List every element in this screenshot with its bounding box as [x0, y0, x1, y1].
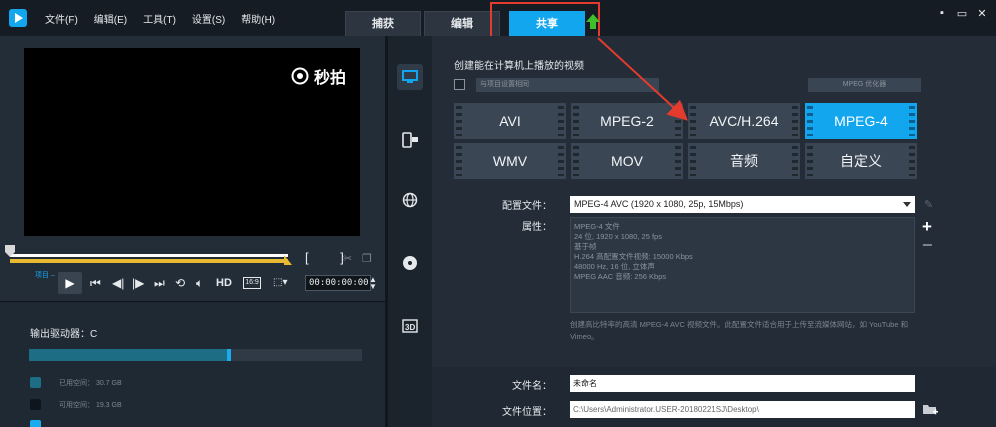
legend-free-value: 19.3 GB	[95, 401, 122, 409]
prop-line: 48000 Hz, 16 位, 立体声	[574, 262, 655, 271]
legend-used-label: 已用空间：	[59, 379, 94, 387]
profile-description: 创建高比特率的高清 MPEG-4 AVC 视频文件。此配置文件适合用于上传至流媒…	[570, 320, 909, 341]
volume-icon[interactable]: 🔈︎	[196, 276, 203, 291]
title-bar: 文件(F) 编辑(E) 工具(T) 设置(S) 帮助(H) 捕获 编辑 共享 ▪…	[0, 0, 996, 39]
go-end-icon[interactable]: ⏭	[154, 276, 165, 291]
disc-icon[interactable]	[397, 250, 423, 276]
folder-browse-icon[interactable]	[922, 402, 938, 416]
trim-bar[interactable]	[10, 259, 288, 263]
hd-toggle[interactable]: HD	[216, 277, 232, 289]
filelocation-label: 文件位置：	[502, 407, 552, 418]
video-preview[interactable]: 秒拍	[24, 48, 360, 236]
copy-icon[interactable]: ❐	[362, 252, 372, 265]
minimize-icon[interactable]: ▪	[936, 7, 948, 20]
format-mpeg2[interactable]: MPEG-2	[571, 103, 683, 139]
properties-box: MPEG-4 文件 24 位, 1920 x 1080, 25 fps 基于帧 …	[570, 217, 915, 313]
repeat-icon[interactable]: ⟲	[175, 276, 185, 290]
prop-line: 基于帧	[574, 242, 597, 251]
share-title: 创建能在计算机上播放的视频	[454, 61, 584, 72]
legend-swatch-free	[30, 399, 41, 410]
prev-frame-icon[interactable]: ◀|	[112, 276, 124, 290]
profile-value: MPEG-4 AVC (1920 x 1080, 25p, 15Mbps)	[574, 199, 744, 209]
profile-select[interactable]: MPEG-4 AVC (1920 x 1080, 25p, 15Mbps)	[570, 196, 915, 213]
legend-used: 已用空间： 30.7 GB	[30, 377, 122, 388]
format-wmv[interactable]: WMV	[454, 143, 566, 179]
watermark: 秒拍	[291, 64, 346, 88]
watermark-text: 秒拍	[313, 70, 346, 87]
share-panel: 创建能在计算机上播放的视频 与项目设置相同 MPEG 优化器 AVI MPEG-…	[432, 36, 996, 427]
edit-profile-icon[interactable]: ✎	[924, 198, 933, 211]
drive-usage-bar	[29, 349, 362, 361]
format-mov[interactable]: MOV	[571, 143, 683, 179]
filename-input[interactable]: 未命名	[570, 375, 915, 392]
upload-arrow-icon[interactable]	[585, 13, 601, 31]
same-as-project-label[interactable]: 与项目设置相同	[476, 78, 659, 92]
prop-line: MPEG AAC 音频: 256 Kbps	[574, 272, 667, 281]
window-controls: ▪ ▭ ✕	[936, 7, 988, 20]
play-button[interactable]: ▶	[58, 272, 82, 294]
remove-profile-icon[interactable]: −	[922, 235, 933, 256]
device-icon[interactable]	[397, 127, 423, 153]
format-audio[interactable]: 音频	[688, 143, 800, 179]
drive-label: 输出驱动器：C	[30, 329, 98, 340]
scrub-handle-icon[interactable]	[5, 245, 15, 257]
legend-free: 可用空间： 19.3 GB	[30, 399, 122, 410]
legend-swatch-output	[30, 420, 41, 427]
app-window: 文件(F) 编辑(E) 工具(T) 设置(S) 帮助(H) 捕获 编辑 共享 ▪…	[0, 0, 996, 427]
tab-capture[interactable]: 捕获	[345, 11, 421, 36]
legend-swatch-used	[30, 377, 41, 388]
prop-line: 24 位, 1920 x 1080, 25 fps	[574, 232, 662, 241]
close-icon[interactable]: ✕	[976, 7, 988, 20]
3d-icon[interactable]: 3D	[397, 313, 423, 339]
format-mpeg4[interactable]: MPEG-4	[805, 103, 917, 139]
fit-icon[interactable]: ⬚▾	[273, 277, 287, 288]
format-avc[interactable]: AVC/H.264	[688, 103, 800, 139]
web-icon[interactable]	[397, 187, 423, 213]
mpeg-optimizer-button[interactable]: MPEG 优化器	[808, 78, 921, 92]
timecode-field[interactable]: 00:00:00:00	[305, 275, 371, 291]
camera-icon	[291, 67, 309, 85]
svg-text:3D: 3D	[405, 323, 415, 332]
app-logo-icon	[9, 9, 27, 27]
drive-output-marker	[226, 349, 231, 361]
menu-tools[interactable]: 工具(T)	[143, 11, 176, 26]
drive-used-fill	[29, 349, 229, 361]
prop-line: H.264 高配置文件视频: 15000 Kbps	[574, 252, 693, 261]
computer-icon[interactable]	[397, 64, 423, 90]
next-frame-icon[interactable]: |▶	[132, 276, 144, 290]
share-sidebar: 3D	[388, 36, 432, 427]
project-label: 项目 –	[35, 272, 55, 279]
menu-edit[interactable]: 编辑(E)	[94, 11, 127, 26]
filelocation-input[interactable]: C:\Users\Administrator.USER-20180221SJ\D…	[570, 401, 915, 418]
menu-file[interactable]: 文件(F)	[45, 11, 78, 26]
share-tab-highlight	[490, 2, 600, 39]
profile-label: 配置文件：	[502, 201, 552, 212]
scrub-bar[interactable]	[10, 254, 288, 257]
menu-help[interactable]: 帮助(H)	[241, 11, 275, 26]
same-as-project-checkbox[interactable]	[454, 79, 465, 90]
timecode-spinner[interactable]: ▲ ▼	[369, 276, 377, 291]
scissors-icon[interactable]: ✂	[343, 252, 352, 265]
aspect-ratio-button[interactable]: 16:9	[243, 277, 261, 289]
format-custom[interactable]: 自定义	[805, 143, 917, 179]
legend-free-label: 可用空间：	[59, 401, 94, 409]
filename-label: 文件名：	[512, 381, 552, 392]
prop-line: MPEG-4 文件	[574, 222, 620, 231]
props-label: 属性：	[522, 222, 552, 233]
legend-used-value: 30.7 GB	[95, 379, 122, 387]
player-area: 秒拍 [ ] ✂ ❐ 项目 – ▶ ⏮ ◀| |▶ ⏭ ⟲ 🔈︎ HD 16:9…	[0, 36, 385, 302]
menu-settings[interactable]: 设置(S)	[192, 11, 225, 26]
player-panel: 秒拍 [ ] ✂ ❐ 项目 – ▶ ⏮ ◀| |▶ ⏭ ⟲ 🔈︎ HD 16:9…	[0, 36, 385, 427]
chevron-down-icon	[903, 202, 911, 207]
legend-output	[30, 420, 41, 427]
add-profile-icon[interactable]: +	[922, 217, 932, 237]
format-avi[interactable]: AVI	[454, 103, 566, 139]
menu-bar: 文件(F) 编辑(E) 工具(T) 设置(S) 帮助(H)	[45, 11, 291, 26]
tab-edit[interactable]: 编辑	[424, 11, 500, 36]
restore-icon[interactable]: ▭	[956, 7, 968, 20]
go-start-icon[interactable]: ⏮	[90, 276, 101, 291]
